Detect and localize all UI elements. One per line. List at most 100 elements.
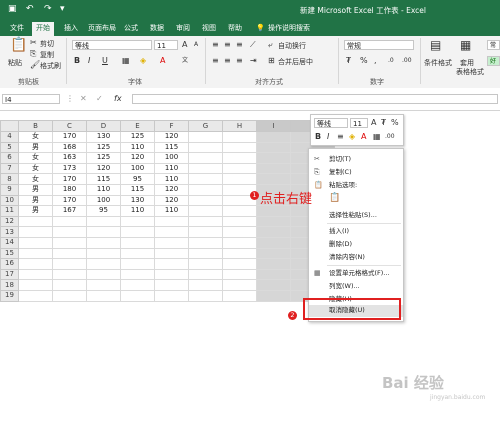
wrap-text-icon[interactable]: ⤶ (268, 40, 272, 50)
cell[interactable] (256, 247, 291, 260)
cell[interactable] (256, 205, 291, 217)
cell[interactable]: 100 (154, 152, 189, 164)
currency-icon[interactable]: ₮ (346, 56, 351, 66)
cell[interactable]: 120 (154, 194, 189, 207)
cell[interactable] (52, 289, 87, 302)
row-header[interactable]: 7 (0, 162, 19, 175)
cell[interactable] (188, 131, 223, 143)
cell[interactable]: 120 (86, 162, 121, 175)
cell[interactable] (256, 141, 291, 154)
name-box[interactable]: I4 (2, 94, 60, 104)
cell[interactable] (52, 279, 87, 291)
mini-fill-color-icon[interactable]: ◈ (349, 132, 355, 142)
row-header[interactable]: 6 (0, 152, 19, 164)
tab-page-layout[interactable]: 页面布局 (84, 22, 120, 36)
menu-item-cut[interactable]: ✂ 剪切(T) (309, 154, 403, 165)
merge-center-button[interactable]: 合并后居中 (278, 57, 313, 67)
fill-color-icon[interactable]: ◈ (140, 56, 146, 66)
cell[interactable] (154, 226, 189, 238)
align-center-icon[interactable]: ≡ (224, 56, 231, 66)
column-header[interactable]: G (188, 120, 223, 132)
row-header[interactable]: 18 (0, 279, 19, 291)
copy-button[interactable]: 复制 (40, 50, 54, 60)
cell[interactable]: 125 (120, 131, 155, 143)
cell[interactable] (222, 173, 257, 185)
row-header[interactable]: 9 (0, 183, 19, 196)
mini-font-color-icon[interactable]: A (361, 132, 366, 142)
paste-icon[interactable]: 📋 (10, 38, 27, 52)
menu-item-paste-button[interactable]: 📋 (309, 193, 403, 207)
cell[interactable]: 110 (154, 162, 189, 175)
cell[interactable] (188, 258, 223, 270)
cell[interactable] (256, 131, 291, 143)
row-header[interactable]: 10 (0, 194, 19, 207)
mini-percent-icon[interactable]: % (391, 118, 399, 128)
cell[interactable]: 130 (86, 131, 121, 143)
cell[interactable]: 115 (86, 173, 121, 185)
cell[interactable]: 女 (18, 173, 53, 185)
cell[interactable] (256, 236, 291, 249)
align-right-icon[interactable]: ≡ (236, 56, 243, 66)
cell[interactable] (120, 279, 155, 291)
cell[interactable] (256, 215, 291, 228)
cell[interactable] (120, 258, 155, 270)
cell[interactable]: 女 (18, 152, 53, 164)
column-header[interactable]: I (256, 120, 291, 132)
cell[interactable] (222, 131, 257, 143)
cell[interactable] (188, 183, 223, 196)
align-left-icon[interactable]: ≡ (212, 56, 219, 66)
cell[interactable]: 100 (120, 162, 155, 175)
align-middle-icon[interactable]: ≡ (224, 40, 231, 50)
decrease-decimal-icon[interactable]: .00 (402, 56, 412, 66)
cell[interactable] (154, 247, 189, 260)
cell[interactable] (86, 258, 121, 270)
cell[interactable] (222, 226, 257, 238)
format-table-icon[interactable]: ▦ (460, 39, 471, 51)
save-icon[interactable]: ▣ (8, 4, 17, 14)
cell[interactable] (188, 236, 223, 249)
undo-icon[interactable]: ↶ (26, 4, 34, 14)
mini-grow-font-icon[interactable]: A (371, 118, 376, 128)
column-header[interactable]: E (120, 120, 155, 132)
row-header[interactable]: 19 (0, 289, 19, 302)
cell[interactable]: 男 (18, 205, 53, 217)
mini-font-select[interactable]: 等线 (314, 118, 348, 128)
row-header[interactable]: 8 (0, 173, 19, 185)
cell[interactable] (222, 247, 257, 260)
cell[interactable]: 110 (154, 173, 189, 185)
cell[interactable]: 95 (120, 173, 155, 185)
cell[interactable] (120, 247, 155, 260)
cell[interactable]: 110 (120, 205, 155, 217)
row-header[interactable]: 11 (0, 205, 19, 217)
cell[interactable] (86, 268, 121, 281)
mini-bold-button[interactable]: B (315, 132, 321, 142)
grow-font-icon[interactable]: A (182, 40, 187, 50)
tab-data[interactable]: 数据 (146, 22, 168, 36)
menu-item-clear[interactable]: 清除内容(N) (309, 252, 403, 263)
tab-view[interactable]: 视图 (198, 22, 220, 36)
font-name-select[interactable]: 等线 (72, 40, 152, 50)
menu-item-column-width[interactable]: 列宽(W)... (309, 281, 403, 292)
border-icon[interactable]: ▦ (122, 56, 130, 66)
name-box-menu-icon[interactable]: ⋮ (66, 94, 74, 104)
cell[interactable]: 180 (52, 183, 87, 196)
cell[interactable] (154, 268, 189, 281)
cell[interactable] (154, 258, 189, 270)
cell[interactable] (18, 226, 53, 238)
cell[interactable] (86, 289, 121, 302)
cell[interactable] (188, 173, 223, 185)
font-color-icon[interactable]: A (160, 56, 165, 66)
cell[interactable] (154, 236, 189, 249)
cell[interactable]: 男 (18, 194, 53, 207)
insert-function-icon[interactable]: fx (114, 94, 122, 104)
cell[interactable] (52, 236, 87, 249)
orientation-icon[interactable]: ⟋ (250, 40, 256, 50)
menu-item-delete[interactable]: 删除(D) (309, 239, 403, 250)
cell[interactable] (222, 162, 257, 175)
cell[interactable] (18, 279, 53, 291)
cell[interactable]: 125 (86, 152, 121, 164)
cell[interactable]: 男 (18, 141, 53, 154)
cell[interactable] (120, 236, 155, 249)
cell[interactable] (154, 215, 189, 228)
cell[interactable] (256, 162, 291, 175)
